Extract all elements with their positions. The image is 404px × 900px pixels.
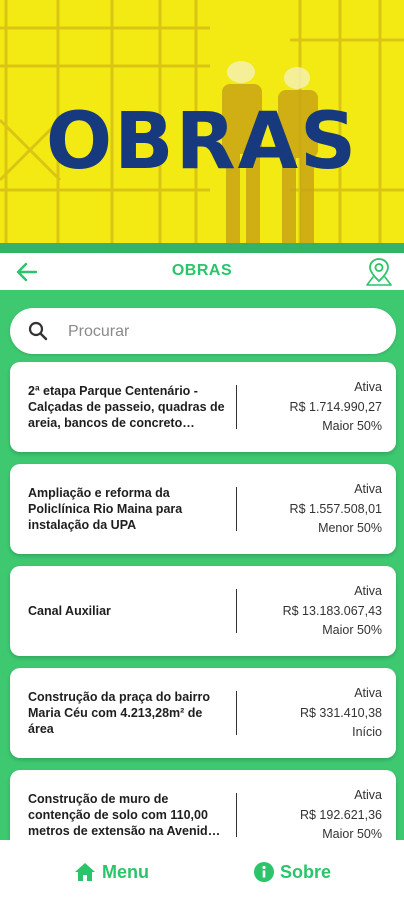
map-button[interactable]	[364, 256, 394, 288]
work-card[interactable]: 2ª etapa Parque Centenário - Calçadas de…	[10, 362, 396, 452]
search-icon	[28, 321, 48, 341]
work-value: R$ 1.557.508,01	[289, 501, 382, 516]
card-divider	[236, 385, 237, 429]
work-value: R$ 1.714.990,27	[289, 399, 382, 414]
about-button[interactable]: Sobre	[254, 860, 331, 884]
work-progress: Maior 50%	[322, 623, 382, 637]
work-name-container: Ampliação e reforma da Policlínica Rio M…	[28, 464, 228, 554]
app-header: OBRAS	[0, 253, 404, 290]
banner-divider	[0, 243, 404, 253]
banner-title: OBRAS	[45, 97, 359, 187]
work-progress: Maior 50%	[322, 827, 382, 840]
work-meta: Ativa R$ 1.714.990,27 Maior 50%	[242, 378, 382, 437]
work-name: 2ª etapa Parque Centenário - Calçadas de…	[28, 384, 225, 430]
info-icon	[254, 862, 274, 882]
work-status: Ativa	[354, 584, 382, 598]
card-divider	[236, 793, 237, 837]
card-divider	[236, 691, 237, 735]
work-value: R$ 192.621,36	[299, 807, 382, 822]
work-status: Ativa	[354, 482, 382, 496]
bottom-navigation: Menu Sobre	[0, 840, 404, 900]
work-name: Ampliação e reforma da Policlínica Rio M…	[28, 486, 183, 532]
map-pin-icon	[366, 258, 392, 286]
card-divider	[236, 487, 237, 531]
work-name: Canal Auxiliar	[28, 604, 111, 618]
home-icon	[75, 863, 95, 881]
work-meta: Ativa R$ 1.557.508,01 Menor 50%	[242, 480, 382, 539]
work-meta: Ativa R$ 331.410,38 Início	[242, 684, 382, 743]
hero-banner: OBRAS	[0, 0, 404, 243]
page-title: OBRAS	[171, 262, 233, 279]
work-value: R$ 13.183.067,43	[282, 603, 382, 618]
work-value: R$ 331.410,38	[299, 705, 382, 720]
work-meta: Ativa R$ 13.183.067,43 Maior 50%	[242, 582, 382, 641]
work-progress: Maior 50%	[322, 419, 382, 433]
work-name: Construção da praça do bairro Maria Céu …	[28, 690, 210, 736]
work-status: Ativa	[354, 788, 382, 802]
work-name-container: 2ª etapa Parque Centenário - Calçadas de…	[28, 362, 228, 452]
work-name-container: Canal Auxiliar	[28, 566, 228, 656]
work-progress: Início	[352, 725, 382, 739]
works-list: 2ª etapa Parque Centenário - Calçadas de…	[10, 362, 396, 840]
work-progress: Menor 50%	[318, 521, 382, 535]
search-bar	[10, 308, 396, 354]
work-card[interactable]: Canal Auxiliar Ativa R$ 13.183.067,43 Maior…	[10, 566, 396, 656]
card-divider	[236, 589, 237, 633]
work-status: Ativa	[354, 380, 382, 394]
work-status: Ativa	[354, 686, 382, 700]
work-name-container: Construção da praça do bairro Maria Céu …	[28, 668, 228, 758]
about-label: Sobre	[280, 861, 332, 882]
work-meta: Ativa R$ 192.621,36 Maior 50%	[242, 786, 382, 840]
work-card[interactable]: Ampliação e reforma da Policlínica Rio M…	[10, 464, 396, 554]
works-list-panel: 2ª etapa Parque Centenário - Calçadas de…	[0, 290, 404, 840]
search-input[interactable]	[66, 318, 370, 346]
work-name-container: Construção de muro de contenção de solo …	[28, 770, 228, 840]
menu-button[interactable]: Menu	[74, 860, 149, 884]
work-card[interactable]: Construção de muro de contenção de solo …	[10, 770, 396, 840]
work-name: Construção de muro de contenção de solo …	[28, 792, 221, 838]
menu-label: Menu	[102, 861, 149, 882]
work-card[interactable]: Construção da praça do bairro Maria Céu …	[10, 668, 396, 758]
